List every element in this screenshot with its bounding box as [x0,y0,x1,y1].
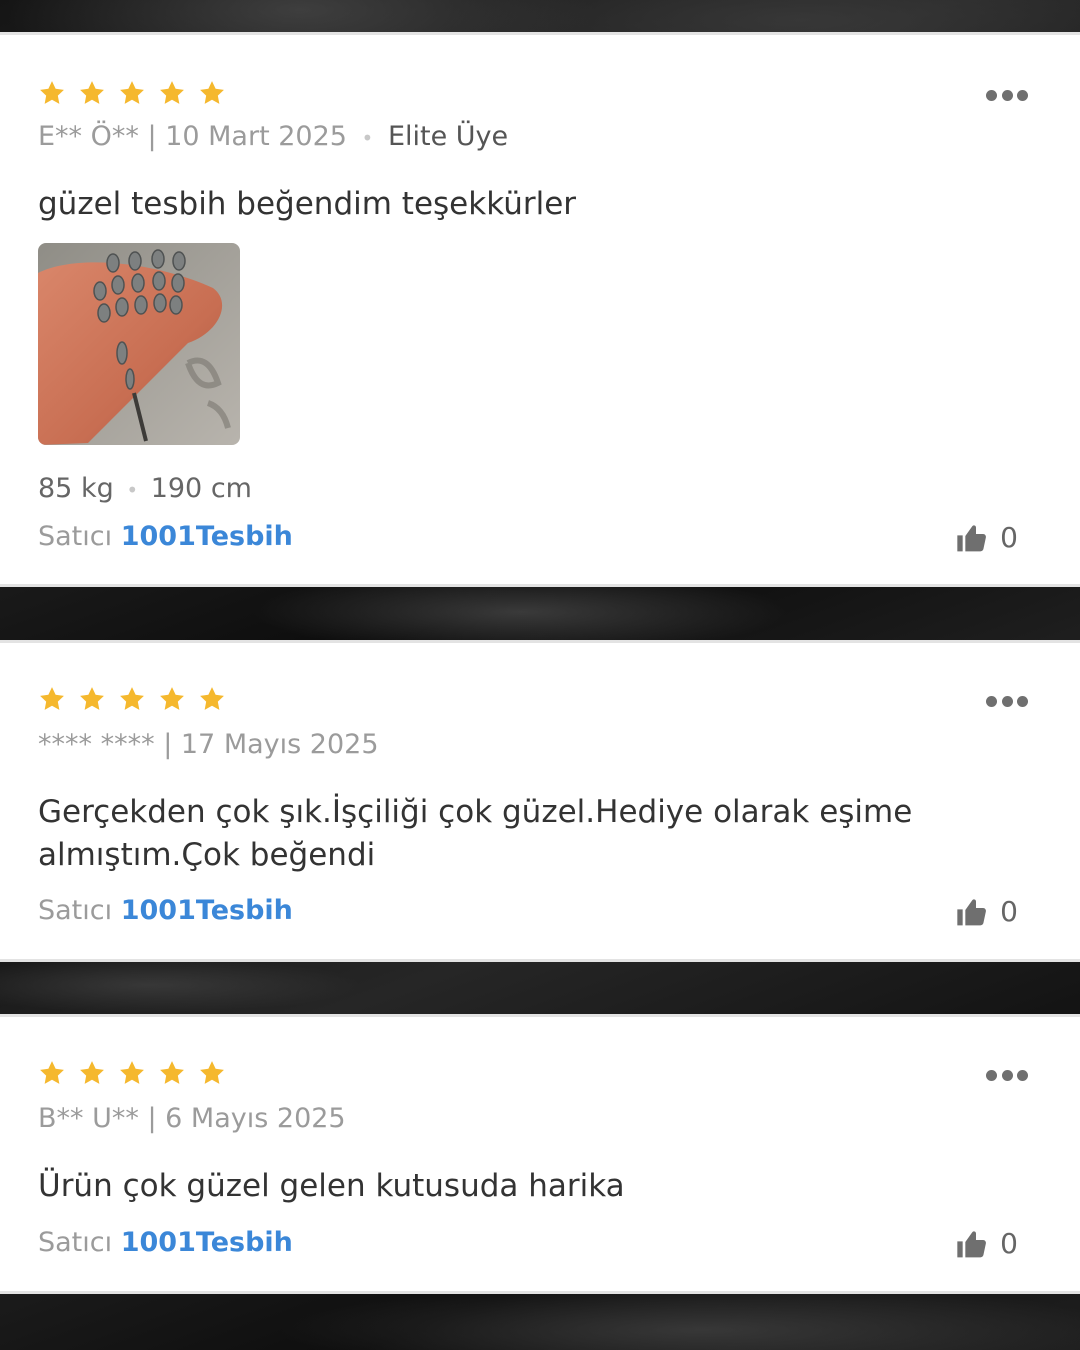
like-count: 0 [1000,521,1018,554]
review-date: 6 Mayıs 2025 [165,1103,346,1134]
like-button[interactable]: 0 [956,895,1018,928]
seller-link[interactable]: 1001Tesbih [121,1227,293,1258]
rating-stars [38,1059,226,1087]
body-info: 85 kg • 190 cm [38,473,252,504]
like-button[interactable]: 0 [956,521,1018,554]
star-icon [80,1061,104,1084]
star-icon [160,687,184,710]
star-icon [120,687,144,710]
review-date: 10 Mart 2025 [165,121,347,152]
more-options-icon[interactable] [986,1069,1028,1081]
like-count: 0 [1000,1227,1018,1260]
review-text: güzel tesbih beğendim teşekkürler [38,186,577,222]
star-icon [80,81,104,104]
review-card: B** U** | 6 Mayıs 2025 Ürün çok güzel ge… [0,1014,1080,1294]
seller-info: Satıcı 1001Tesbih [38,895,293,926]
author-name: **** **** [38,729,155,760]
star-icon [200,687,224,710]
review-photo[interactable] [38,243,240,445]
review-text: Gerçekden çok şık.İşçiliği çok güzel.Hed… [38,794,913,873]
seller-label: Satıcı [38,521,113,552]
rating-stars [38,79,226,107]
star-icon [120,81,144,104]
review-meta: E** Ö** | 10 Mart 2025 • Elite Üye [38,121,509,152]
review-text: Ürün çok güzel gelen kutusuda harika [38,1168,625,1204]
star-icon [200,1061,224,1084]
seller-info: Satıcı 1001Tesbih [38,1227,293,1258]
star-icon [40,81,64,104]
star-icon [40,1061,64,1084]
thumbs-up-icon [957,1230,987,1257]
seller-link[interactable]: 1001Tesbih [121,895,293,926]
seller-label: Satıcı [38,1227,113,1258]
author-name: E** Ö** [38,121,139,152]
thumbs-up-icon [957,524,987,551]
author-name: B** U** [38,1103,139,1134]
star-icon [200,81,224,104]
height-value: 190 cm [150,473,252,504]
review-meta: B** U** | 6 Mayıs 2025 [38,1103,346,1134]
seller-info: Satıcı 1001Tesbih [38,521,293,552]
star-icon [40,687,64,710]
like-button[interactable]: 0 [956,1227,1018,1260]
seller-link[interactable]: 1001Tesbih [121,521,293,552]
review-card: **** **** | 17 Mayıs 2025 Gerçekden çok … [0,640,1080,962]
star-icon [120,1061,144,1084]
like-count: 0 [1000,895,1018,928]
weight-value: 85 kg [38,473,114,504]
thumbs-up-icon [957,898,987,925]
more-options-icon[interactable] [986,695,1028,707]
more-options-icon[interactable] [986,89,1028,101]
star-icon [160,81,184,104]
member-badge: Elite Üye [387,121,509,152]
review-card: E** Ö** | 10 Mart 2025 • Elite Üye güzel… [0,32,1080,587]
star-icon [80,687,104,710]
tesbih-photo-icon [38,243,240,445]
review-meta: **** **** | 17 Mayıs 2025 [38,729,379,760]
review-date: 17 Mayıs 2025 [180,729,379,760]
seller-label: Satıcı [38,895,113,926]
star-icon [160,1061,184,1084]
rating-stars [38,685,226,713]
